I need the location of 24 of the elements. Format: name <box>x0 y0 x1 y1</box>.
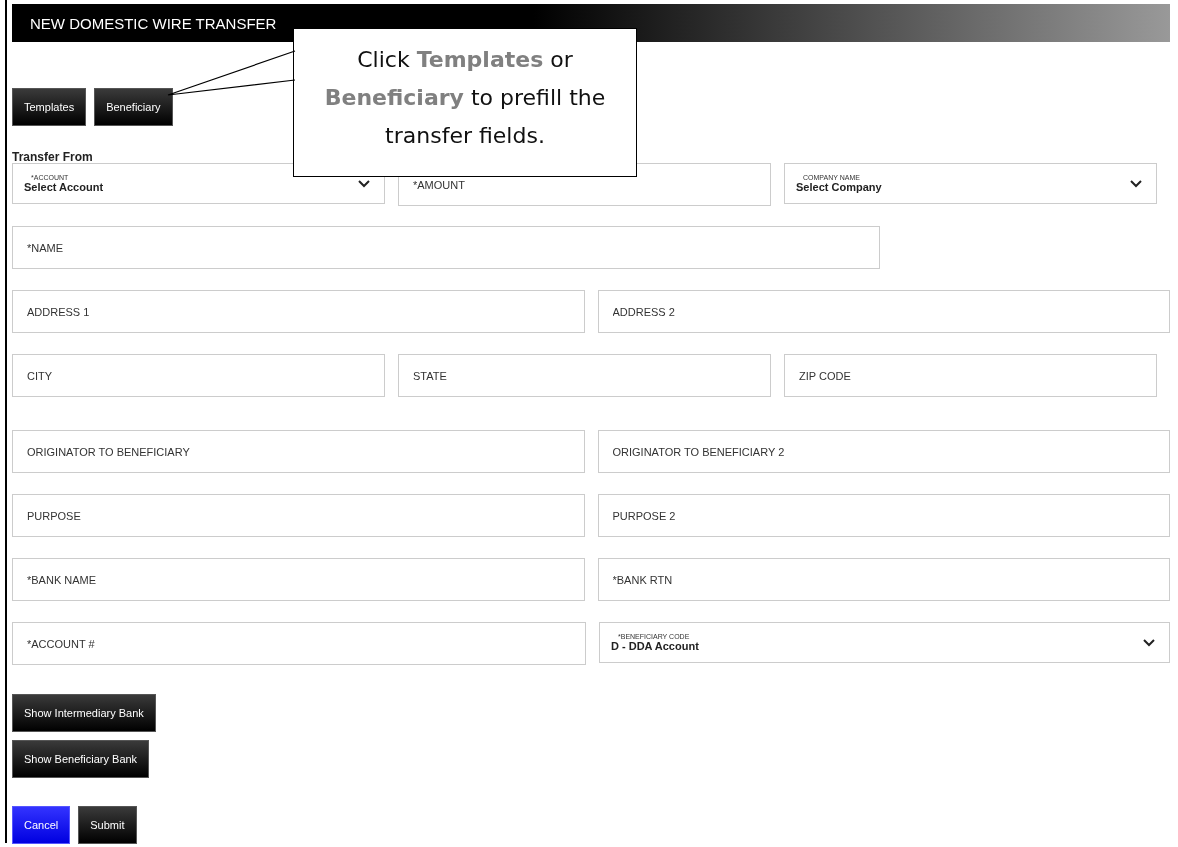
chevron-down-icon <box>1130 179 1142 188</box>
show-bank-button[interactable]: Show Intermediary Bank <box>12 694 156 732</box>
text-field[interactable]: *BANK RTN <box>597 558 1170 601</box>
text-field[interactable]: PURPOSE 2 <box>597 494 1170 537</box>
submit-button[interactable]: Submit <box>78 806 137 844</box>
text-field[interactable]: *BANK NAME <box>12 558 585 601</box>
text-field[interactable]: STATE <box>398 354 771 397</box>
text-field[interactable]: ORIGINATOR TO BENEFICIARY <box>12 430 585 473</box>
prefill-button[interactable]: Templates <box>12 88 87 126</box>
text-field[interactable]: PURPOSE <box>12 494 585 537</box>
text-field[interactable]: ADDRESS 1 <box>12 290 585 333</box>
chevron-down-icon <box>358 179 370 188</box>
text-field[interactable]: ORIGINATOR TO BENEFICIARY 2 <box>597 430 1170 473</box>
chevron-down-icon <box>1143 638 1155 647</box>
callout-tooltip: Click Templates or Beneficiary to prefill the transfer fields. <box>293 28 637 177</box>
text-field[interactable]: *ACCOUNT # <box>12 622 586 665</box>
text-field[interactable]: ZIP CODE <box>784 354 1157 397</box>
text-field[interactable]: ADDRESS 2 <box>597 290 1170 333</box>
show-bank-button[interactable]: Show Beneficiary Bank <box>12 740 150 778</box>
prefill-button[interactable]: Beneficiary <box>94 88 173 126</box>
cancel-button[interactable]: Cancel <box>12 806 71 844</box>
text-field[interactable]: CITY <box>12 354 385 397</box>
text-field[interactable]: *NAME <box>12 226 880 269</box>
section-label: Transfer From <box>12 150 94 164</box>
